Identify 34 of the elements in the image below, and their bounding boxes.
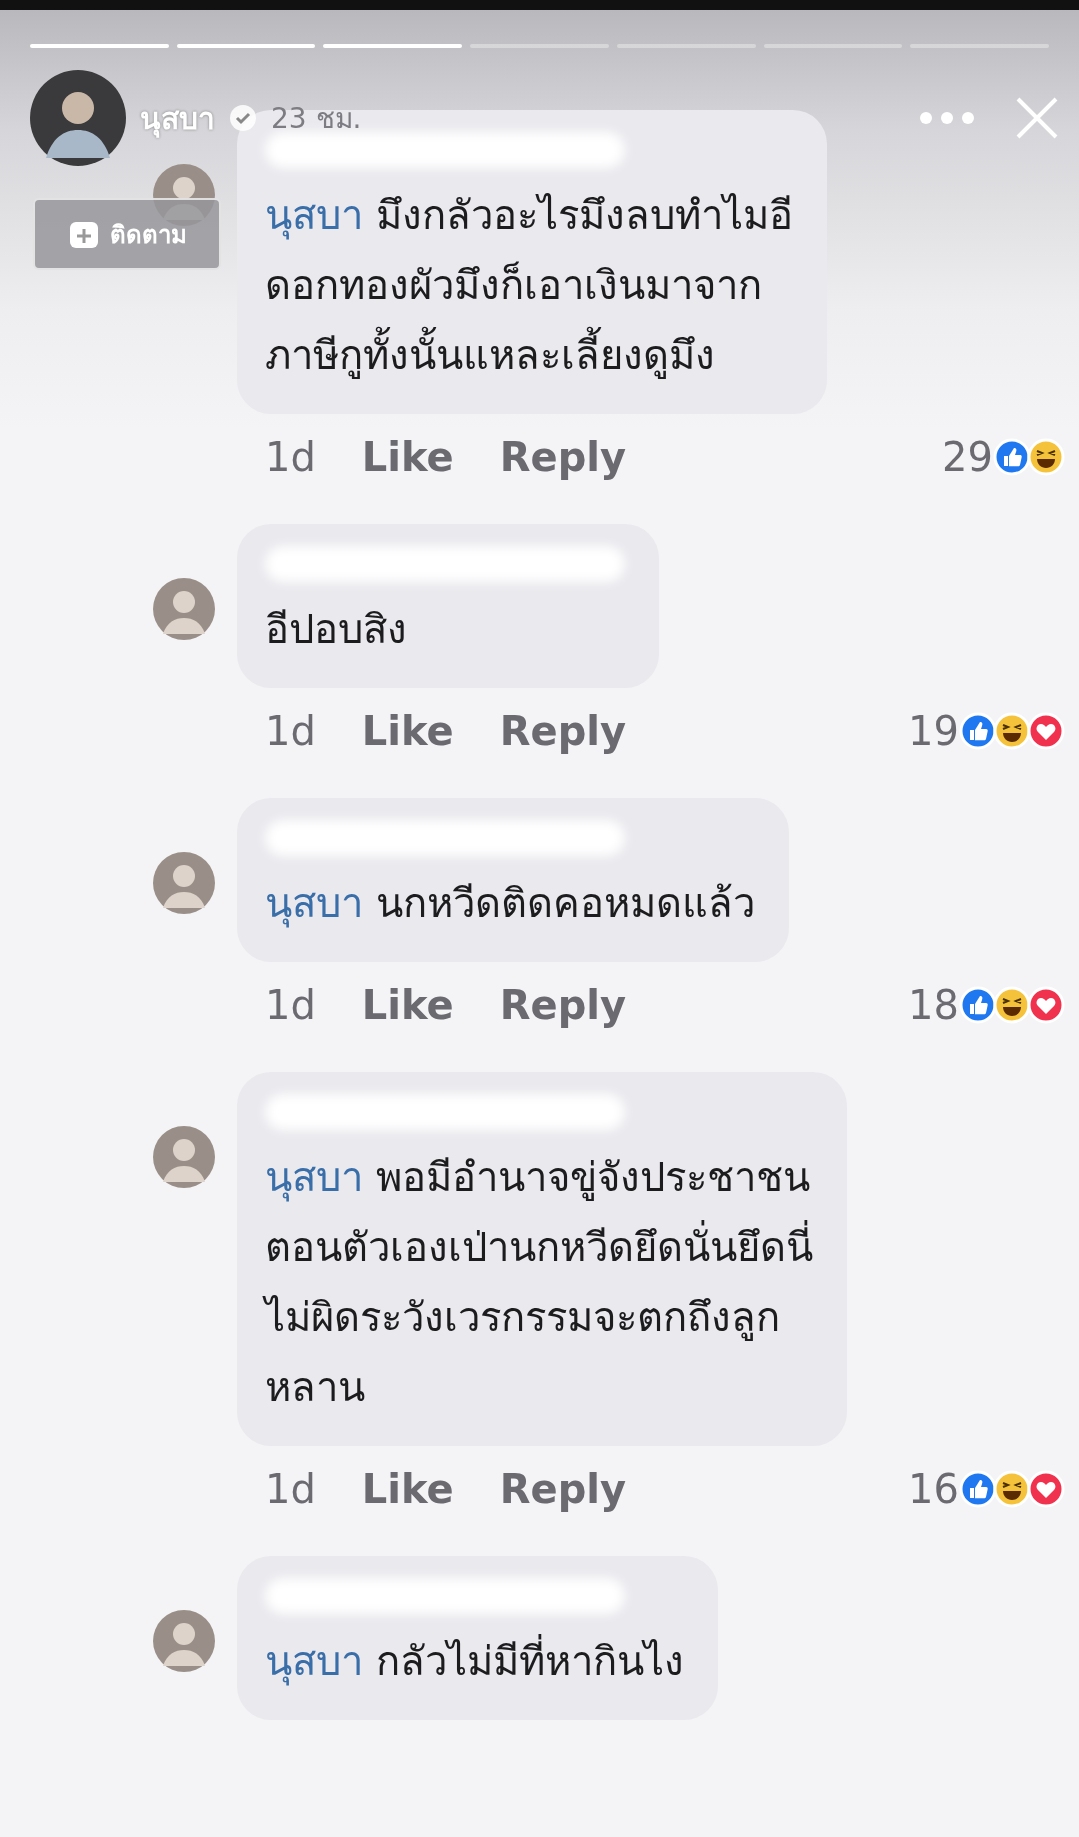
comment-text: ภาษีกูทั้งนั้นแหละเลี้ยงดูมึง xyxy=(265,320,793,390)
comment-text: นุสบา มึงกลัวอะไรมึงลบทำไมอี xyxy=(265,191,793,242)
comment-age: 1d xyxy=(265,708,316,754)
comment-text: ดอกทองผัวมึงก็เอาเงินมาจาก xyxy=(265,260,763,310)
user-avatar xyxy=(153,1610,215,1672)
comment-age: 1d xyxy=(265,434,316,480)
close-icon[interactable] xyxy=(1015,96,1059,140)
profile-avatar[interactable] xyxy=(30,70,126,166)
like-link[interactable]: Like xyxy=(361,982,454,1028)
reply-link[interactable]: Reply xyxy=(499,708,627,754)
comment-age: 1d xyxy=(265,982,316,1028)
comment-text: นุสบา พอมีอำนาจขู่จังประชาชน xyxy=(265,1153,811,1204)
user-avatar xyxy=(153,852,215,914)
comment-text: อีปอบสิง xyxy=(265,605,408,654)
comment-text: ตอนตัวเองเป่านกหวีดยึดนั่นยึดนี่ xyxy=(265,1212,813,1282)
comment-text: นุสบา นกหวีดติดคอหมดแล้ว xyxy=(265,879,755,930)
like-link[interactable]: Like xyxy=(361,708,454,754)
like-link[interactable]: Like xyxy=(361,1466,454,1512)
post-time: 23 ชม. xyxy=(271,101,362,137)
comment-text: นุสบา กลัวไม่มีที่หากินไง xyxy=(265,1626,684,1696)
reply-link[interactable]: Reply xyxy=(499,982,627,1028)
reaction-count: 18 xyxy=(908,982,959,1028)
comment-age: 1d xyxy=(265,1466,316,1512)
reaction-count: 16 xyxy=(908,1466,959,1512)
follow-button[interactable]: ติดตาม xyxy=(33,198,221,270)
user-avatar xyxy=(153,1126,215,1188)
like-link[interactable]: Like xyxy=(361,434,454,480)
reply-link[interactable]: Reply xyxy=(499,1466,627,1512)
more-icon[interactable] xyxy=(919,111,975,125)
reply-link[interactable]: Reply xyxy=(499,434,627,480)
user-avatar xyxy=(153,578,215,640)
reaction-count: 29 xyxy=(942,434,993,480)
comment-text: หลาน xyxy=(265,1363,366,1412)
reaction-count: 19 xyxy=(908,708,959,754)
